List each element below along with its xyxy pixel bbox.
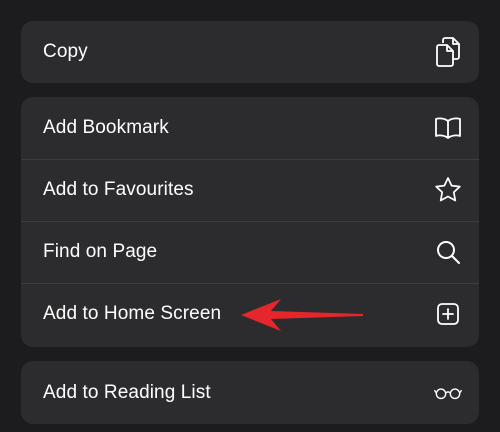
menu-group-copy: Copy [21,21,479,83]
menu-item-find-on-page[interactable]: Find on Page [21,221,479,283]
star-icon [434,176,462,204]
menu-item-label: Add to Favourites [43,179,194,200]
book-icon [434,114,462,142]
search-icon [434,238,462,266]
menu-item-label: Copy [43,41,88,62]
share-sheet: Copy Add Bookmark Add to Favourites Find… [0,0,500,432]
add-square-icon [434,300,462,328]
menu-item-add-to-reading-list[interactable]: Add to Reading List [21,361,479,424]
menu-item-add-bookmark[interactable]: Add Bookmark [21,97,479,159]
menu-group-page-actions: Add Bookmark Add to Favourites Find on P… [21,97,479,347]
menu-item-label: Find on Page [43,241,158,262]
menu-item-label: Add to Reading List [43,381,211,403]
menu-item-copy[interactable]: Copy [21,21,479,83]
menu-item-label: Add to Home Screen [43,303,222,324]
menu-item-add-to-favourites[interactable]: Add to Favourites [21,159,479,221]
copy-icon [434,37,462,67]
menu-item-add-to-home-screen[interactable]: Add to Home Screen [21,283,479,345]
menu-item-label: Add Bookmark [43,117,169,138]
menu-group-reading-list: Add to Reading List [21,361,479,424]
glasses-icon [434,379,462,407]
